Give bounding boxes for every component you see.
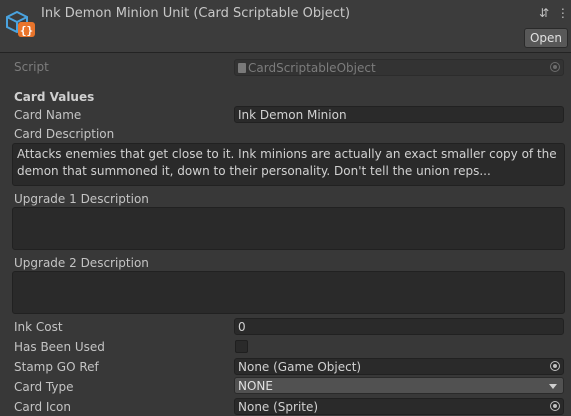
upgrade-1-textarea[interactable]	[12, 207, 565, 250]
card-type-label: Card Type	[14, 380, 74, 394]
card-icon-value: None (Sprite)	[238, 400, 319, 414]
upgrade-2-label: Upgrade 2 Description	[14, 256, 149, 270]
script-label: Script	[14, 60, 49, 74]
ink-cost-input[interactable]: 0	[234, 318, 564, 335]
card-name-input[interactable]: Ink Demon Minion	[234, 106, 564, 123]
script-file-icon	[238, 63, 246, 73]
upgrade-2-textarea[interactable]	[12, 271, 565, 314]
card-type-dropdown[interactable]: NONE	[234, 377, 564, 394]
object-picker-icon[interactable]	[550, 361, 560, 371]
stamp-go-ref-label: Stamp GO Ref	[14, 360, 99, 374]
object-picker-icon	[550, 62, 560, 72]
header-tools-icon[interactable]: ⇵ ⋮	[539, 6, 571, 20]
script-value: CardScriptableObject	[248, 61, 376, 75]
object-picker-icon[interactable]	[550, 401, 560, 411]
svg-text:{}: {}	[20, 24, 33, 37]
scriptable-object-icon: {}	[4, 8, 36, 40]
open-button[interactable]: Open	[524, 28, 568, 48]
script-field: CardScriptableObject	[234, 59, 564, 76]
has-been-used-checkbox[interactable]	[235, 340, 248, 353]
stamp-go-ref-field[interactable]: None (Game Object)	[234, 358, 564, 375]
stamp-go-ref-value: None (Game Object)	[238, 360, 362, 374]
card-description-textarea[interactable]: Attacks enemies that get close to it. In…	[12, 143, 565, 186]
section-card-values: Card Values	[14, 90, 95, 104]
chevron-down-icon	[549, 384, 557, 389]
card-name-label: Card Name	[14, 108, 82, 122]
ink-cost-label: Ink Cost	[14, 320, 63, 334]
card-description-label: Card Description	[14, 127, 115, 141]
has-been-used-label: Has Been Used	[14, 340, 105, 354]
card-type-value: NONE	[238, 379, 273, 393]
upgrade-1-label: Upgrade 1 Description	[14, 192, 149, 206]
inspector-title: Ink Demon Minion Unit (Card Scriptable O…	[41, 6, 351, 21]
card-icon-label: Card Icon	[14, 400, 71, 414]
header-divider	[0, 52, 571, 53]
card-icon-field[interactable]: None (Sprite)	[234, 398, 564, 415]
